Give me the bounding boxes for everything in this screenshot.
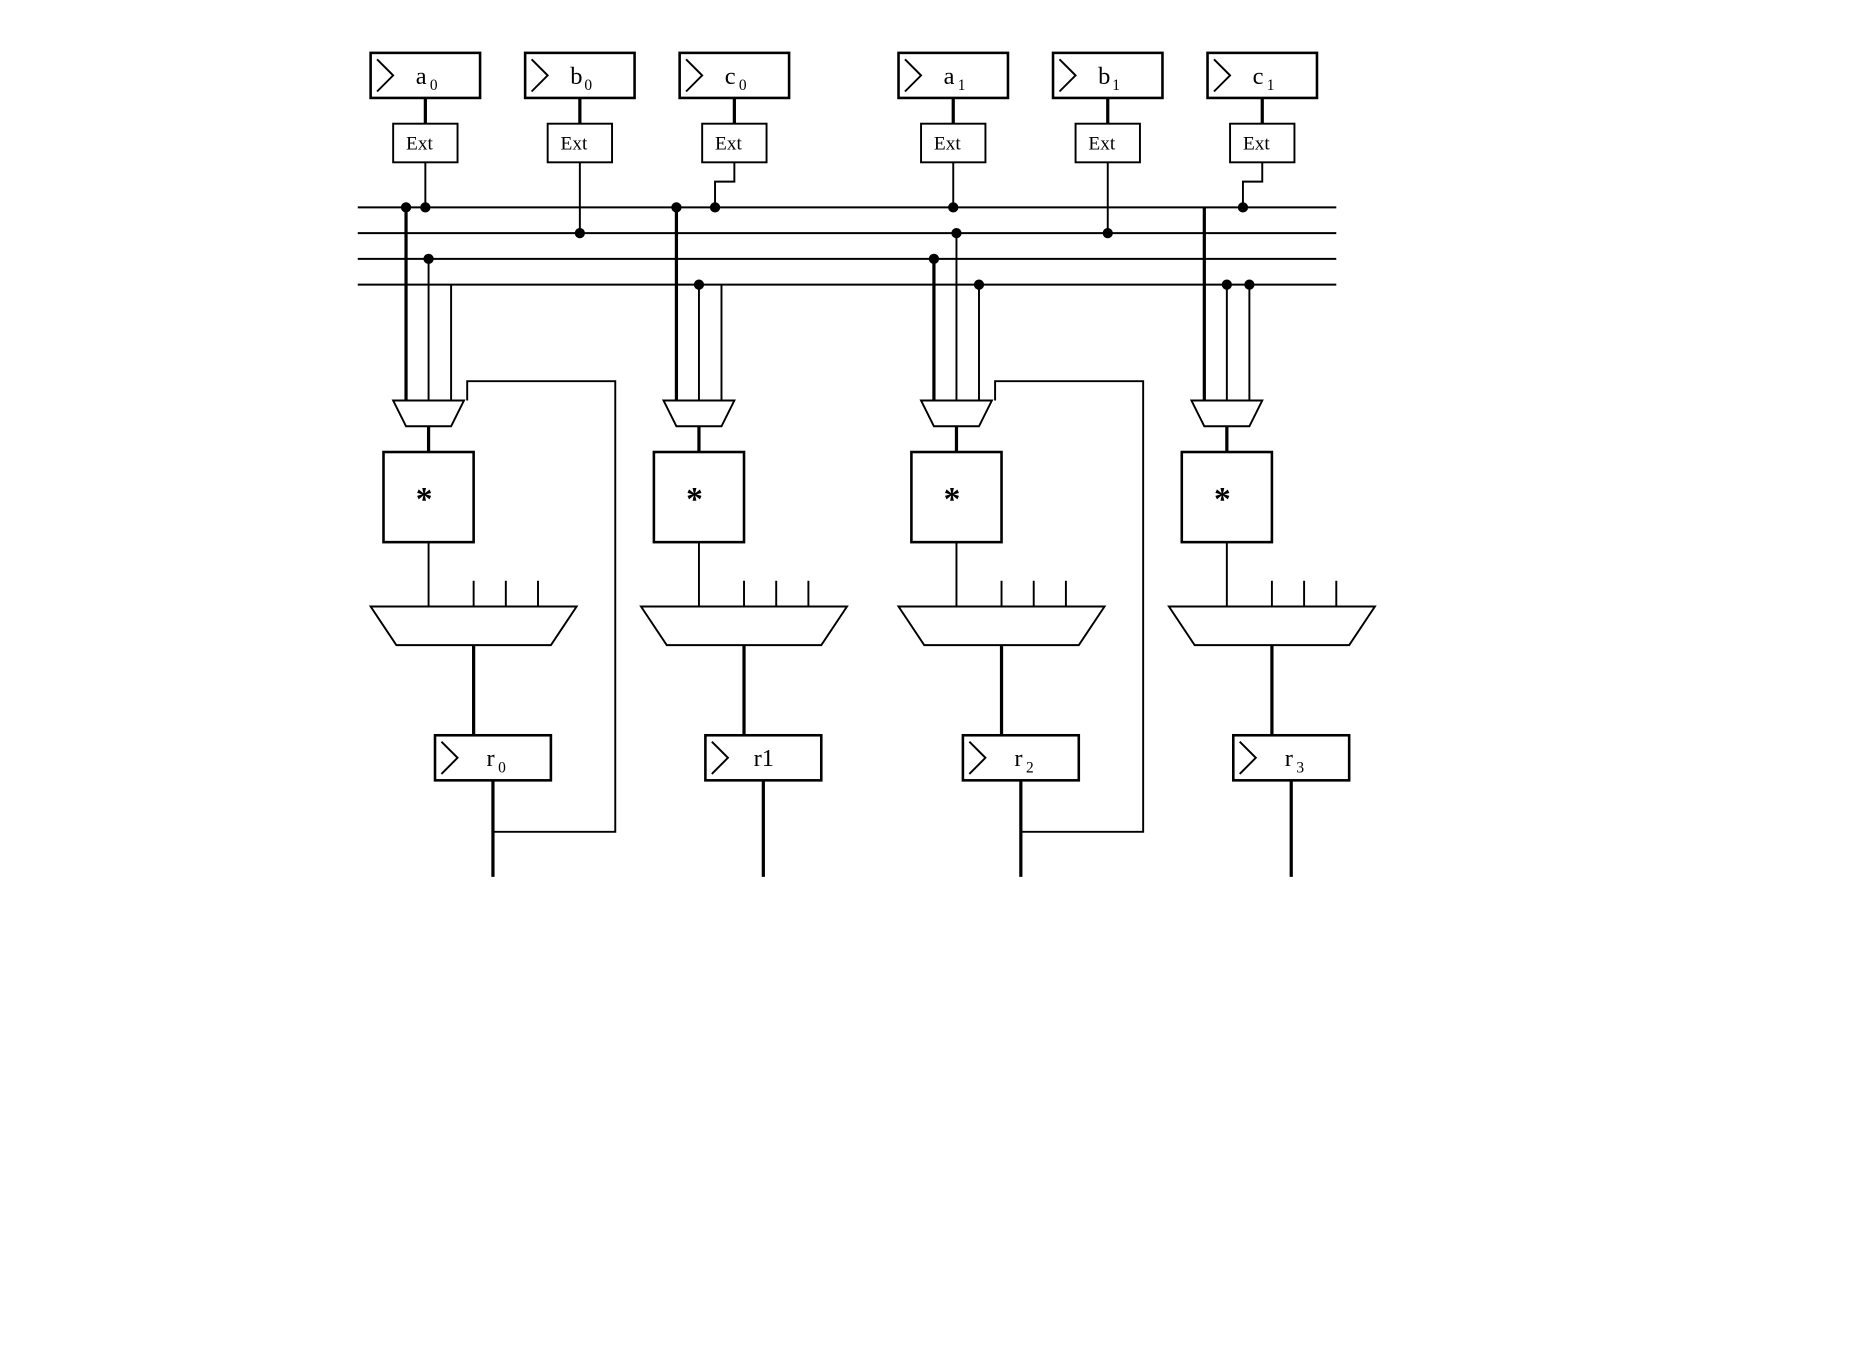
svg-text:Ext: Ext [715, 133, 742, 154]
small-muxes [393, 401, 1262, 427]
multipliers: * * * * [384, 452, 1272, 542]
svg-text:b: b [570, 63, 582, 90]
reg-c0: c 0 [680, 53, 789, 98]
output-registers: r 0 r1 r 2 r 3 [435, 735, 1349, 780]
svg-text:3: 3 [1296, 760, 1304, 777]
svg-text:1: 1 [1267, 77, 1275, 94]
svg-text:*: * [944, 481, 961, 518]
ext-row: Ext Ext Ext Ext Ext Ext [393, 124, 1294, 163]
large-muxes [371, 542, 1375, 645]
datapath-diagram: a 0 b 0 c 0 a 1 b 1 c 1 Ext Ext [332, 40, 1532, 916]
svg-text:1: 1 [958, 77, 966, 94]
svg-text:1: 1 [1112, 77, 1120, 94]
svg-text:a: a [944, 63, 955, 90]
input-registers: a 0 b 0 c 0 a 1 b 1 c 1 [371, 53, 1317, 98]
svg-text:*: * [416, 481, 433, 518]
svg-text:Ext: Ext [934, 133, 961, 154]
svg-text:Ext: Ext [406, 133, 433, 154]
svg-text:0: 0 [739, 77, 747, 94]
reg-a1: a 1 [899, 53, 1008, 98]
svg-text:Ext: Ext [1088, 133, 1115, 154]
svg-text:a: a [416, 63, 427, 90]
reg-b1: b 1 [1053, 53, 1162, 98]
svg-text:r: r [1285, 745, 1293, 772]
svg-text:c: c [1253, 63, 1264, 90]
svg-text:r1: r1 [754, 745, 774, 772]
reg-c1: c 1 [1208, 53, 1317, 98]
svg-text:0: 0 [584, 77, 592, 94]
svg-text:r: r [1014, 745, 1022, 772]
svg-text:*: * [1214, 481, 1231, 518]
reg-a0: a 0 [371, 53, 480, 98]
svg-text:0: 0 [430, 77, 438, 94]
svg-text:c: c [725, 63, 736, 90]
svg-text:r: r [487, 745, 495, 772]
svg-text:0: 0 [498, 760, 506, 777]
reg-b0: b 0 [525, 53, 634, 98]
svg-text:b: b [1098, 63, 1110, 90]
svg-text:2: 2 [1026, 760, 1034, 777]
svg-text:Ext: Ext [561, 133, 588, 154]
svg-text:Ext: Ext [1243, 133, 1270, 154]
svg-text:*: * [686, 481, 703, 518]
